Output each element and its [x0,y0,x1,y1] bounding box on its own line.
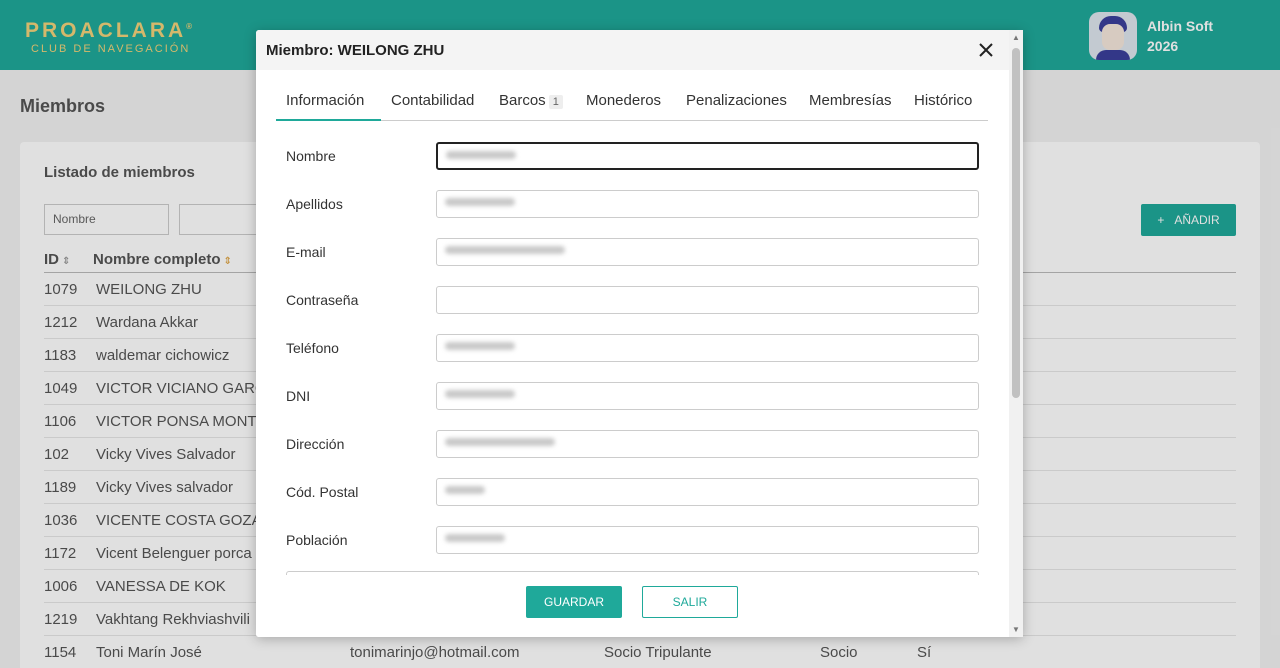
redacted-value [445,198,515,207]
field-input[interactable] [436,478,979,506]
tab-informacion[interactable]: Información [276,92,381,121]
tab-monederos[interactable]: Monederos [586,92,661,121]
redacted-value [445,246,565,255]
scroll-thumb[interactable] [1012,48,1020,398]
field-label: Teléfono [286,340,339,356]
redacted-value [446,151,516,160]
scroll-down-icon[interactable]: ▼ [1012,625,1020,634]
tab-penalizaciones[interactable]: Penalizaciones [686,92,787,121]
field-input[interactable] [436,526,979,554]
field-input[interactable] [436,334,979,362]
redacted-value [445,390,515,399]
dialog-footer [256,575,1023,637]
field-label: Población [286,532,348,548]
redacted-value [445,486,485,495]
field-label: DNI [286,388,311,404]
tab-contabilidad[interactable]: Contabilidad [391,92,474,121]
dialog-tabs: Información Contabilidad Barcos 1 Moneder… [276,88,988,121]
save-button[interactable]: GUARDAR [526,586,622,618]
field-label: E-mail [286,244,326,260]
field-label: Dirección [286,436,345,452]
close-icon[interactable] [978,42,994,58]
tab-barcos[interactable]: Barcos 1 [499,92,563,121]
exit-button[interactable]: SALIR [642,586,738,618]
field-label: Contraseña [286,292,359,308]
redacted-value [445,534,505,543]
field-label: Nombre [286,148,336,164]
tab-historico[interactable]: Histórico [914,92,972,121]
field-label: Apellidos [286,196,343,212]
field-input[interactable] [436,238,979,266]
dialog-scrollbar[interactable]: ▲ ▼ [1009,30,1023,637]
field-input[interactable] [436,430,979,458]
dialog-title: Miembro: WEILONG ZHU [266,42,445,59]
tab-membresias[interactable]: Membresías [809,92,892,121]
field-input[interactable] [436,382,979,410]
field-input[interactable] [436,142,979,170]
scroll-up-icon[interactable]: ▲ [1012,33,1020,42]
redacted-value [445,438,555,447]
redacted-value [445,342,515,351]
member-dialog: Miembro: WEILONG ZHU Información Contabi… [256,30,1023,637]
field-label: Cód. Postal [286,484,359,500]
field-input[interactable] [436,286,979,314]
boats-count-badge: 1 [548,95,563,109]
dialog-header: Miembro: WEILONG ZHU [256,30,1023,70]
field-input[interactable] [436,190,979,218]
